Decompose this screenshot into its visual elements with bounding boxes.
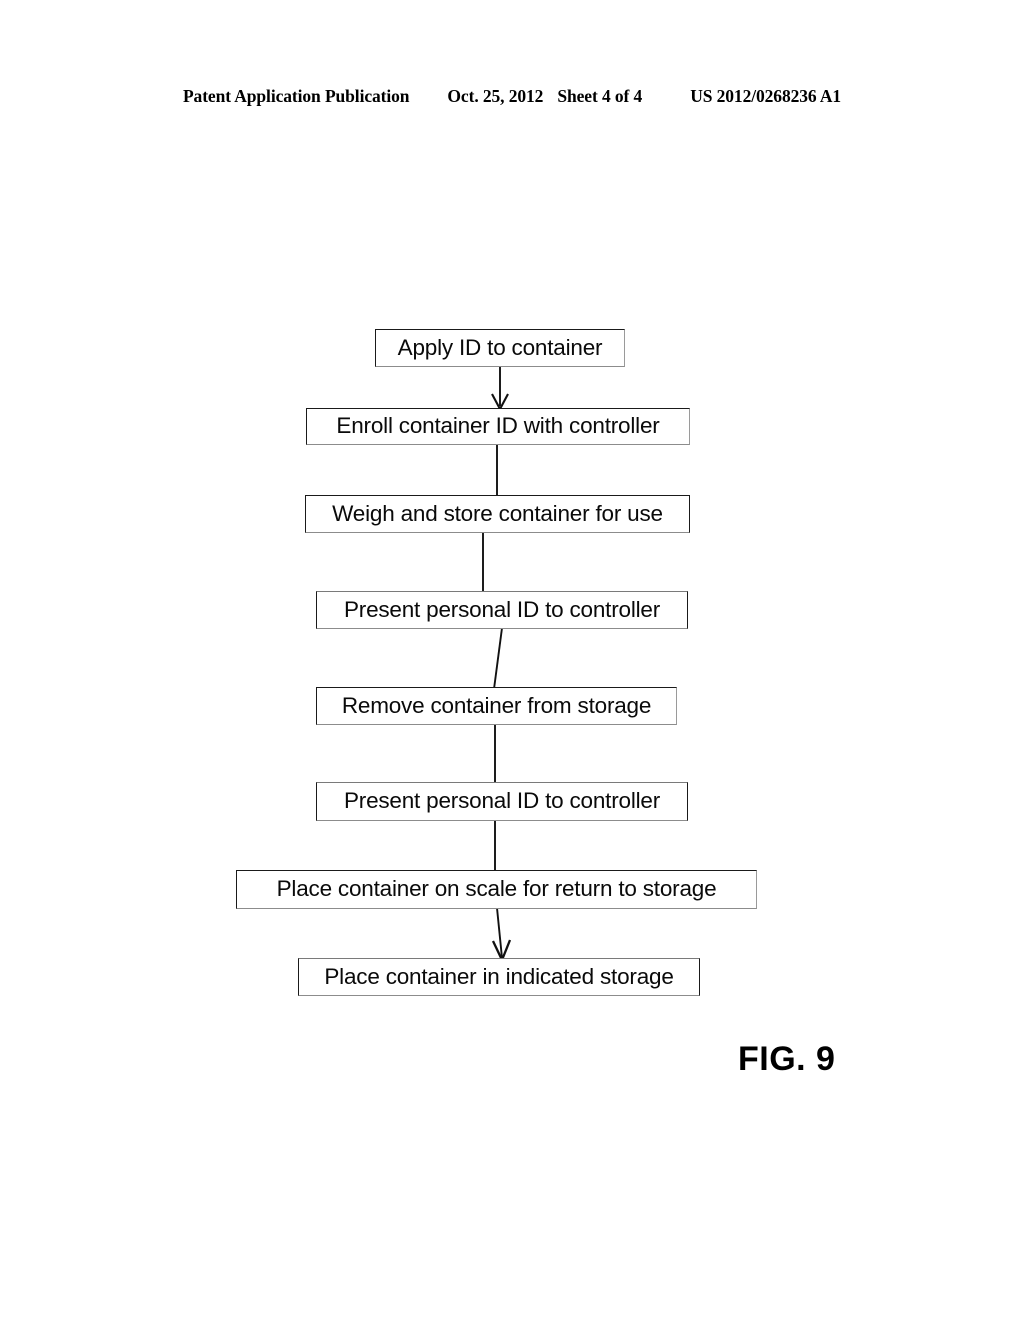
flow-step-1-label: Apply ID to container [397, 334, 603, 360]
flow-step-6-label: Present personal ID to controller [343, 788, 661, 814]
flow-step-8-label: Place container in indicated storage [324, 963, 674, 989]
flow-step-7[interactable]: Place container on scale for return to s… [236, 870, 757, 909]
flow-step-5-label: Remove container from storage [341, 692, 652, 718]
flow-step-3-label: Weigh and store container for use [332, 500, 663, 526]
flowchart-figure: Apply ID to container Enroll container I… [0, 0, 1024, 1320]
connector-step-7-to-step-8 [491, 907, 512, 963]
flow-step-8[interactable]: Place container in indicated storage [298, 958, 700, 996]
flow-step-1[interactable]: Apply ID to container [375, 329, 625, 367]
flow-step-2[interactable]: Enroll container ID with controller [306, 408, 690, 445]
flowchart-connectors [482, 366, 512, 963]
flow-step-4[interactable]: Present personal ID to controller [316, 591, 688, 629]
flow-step-7-label: Place container on scale for return to s… [276, 876, 717, 902]
flow-step-4-label: Present personal ID to controller [343, 596, 661, 622]
flow-step-5[interactable]: Remove container from storage [316, 687, 677, 725]
connector-step-4-to-step-5 [493, 627, 503, 690]
figure-caption: FIG. 9 [738, 1040, 836, 1078]
flow-step-6[interactable]: Present personal ID to controller [316, 782, 688, 821]
connector-step-1-to-step-2 [491, 366, 509, 412]
flow-step-2-label: Enroll container ID with controller [336, 413, 660, 439]
flow-step-3[interactable]: Weigh and store container for use [305, 495, 690, 533]
